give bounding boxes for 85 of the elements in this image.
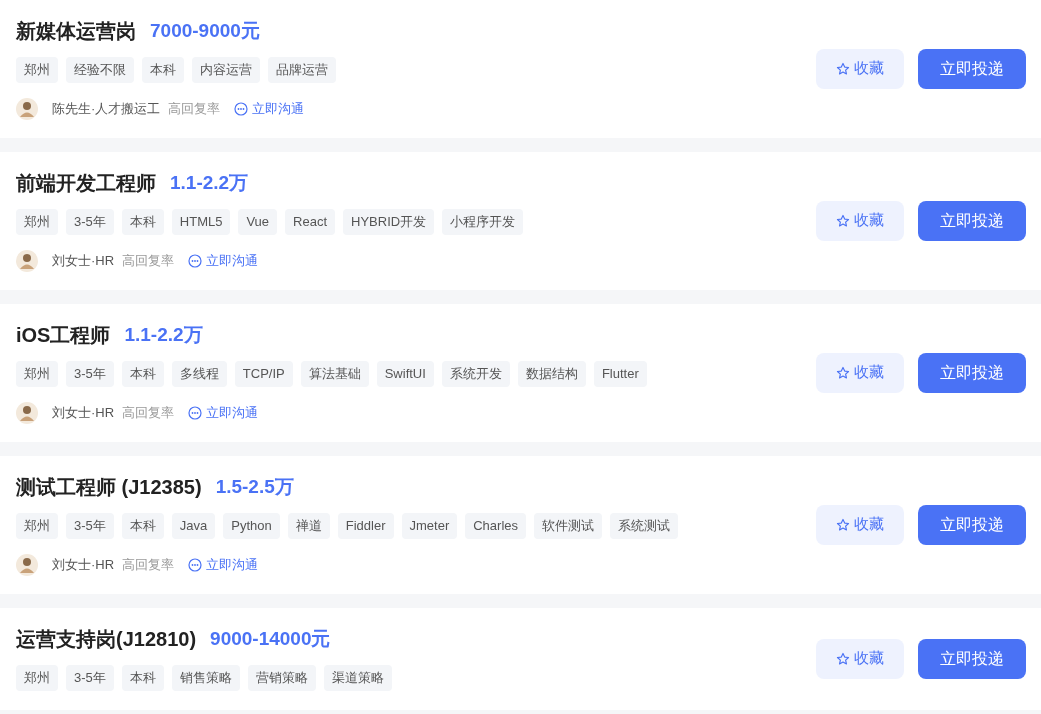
reply-rate-label: 高回复率 [122, 556, 175, 575]
chat-icon [188, 558, 203, 572]
job-tag: TCP/IP [234, 361, 293, 387]
job-tag: 品牌运营 [268, 57, 336, 83]
job-title[interactable]: 测试工程师 (J12385) [16, 472, 202, 502]
job-tag: 渠道策略 [323, 665, 392, 691]
apply-button[interactable]: 立即投递 [918, 48, 1026, 89]
star-icon [836, 651, 850, 666]
avatar-icon [16, 250, 38, 272]
salary: 1.1-2.2万 [124, 322, 203, 347]
chat-icon [188, 406, 203, 420]
job-title[interactable]: 新媒体运营岗 [16, 16, 136, 46]
reply-rate-label: 高回复率 [122, 252, 175, 271]
avatar-icon [16, 98, 38, 120]
chat-link[interactable]: 立即沟通 [188, 251, 259, 271]
reply-rate-label: 高回复率 [168, 100, 221, 119]
job-tag: 数据结构 [517, 361, 586, 387]
job-tag: 系统开发 [441, 361, 510, 387]
chat-link[interactable]: 立即沟通 [188, 555, 259, 575]
favorite-button[interactable]: 收藏 [816, 638, 904, 679]
job-tag: 营销策略 [247, 665, 316, 691]
apply-button[interactable]: 立即投递 [918, 504, 1026, 545]
job-tag: React [285, 209, 336, 235]
job-tag: HTML5 [171, 209, 231, 235]
job-tag: SwiftUI [376, 361, 434, 387]
job-tag: 郑州 [16, 57, 58, 83]
job-title[interactable]: 前端开发工程师 [16, 168, 156, 198]
job-tag: HYBRID开发 [343, 209, 435, 235]
star-icon [836, 61, 850, 76]
chat-link[interactable]: 立即沟通 [234, 99, 305, 119]
job-tag: 小程序开发 [442, 209, 524, 235]
job-tag: 软件测试 [534, 513, 603, 539]
apply-button[interactable]: 立即投递 [918, 352, 1026, 393]
job-tag: 内容运营 [192, 57, 260, 83]
recruiter-name: 刘女士·HR [52, 556, 115, 575]
job-tag: 系统测试 [610, 513, 679, 539]
job-tag: Jmeter [401, 513, 458, 539]
job-tag: 本科 [121, 513, 164, 539]
apply-button[interactable]: 立即投递 [918, 638, 1026, 679]
job-title[interactable]: iOS工程师 [16, 320, 111, 350]
favorite-button[interactable]: 收藏 [816, 352, 904, 393]
job-tag: Vue [238, 209, 278, 235]
avatar-icon [16, 554, 38, 576]
job-tag: 禅道 [287, 513, 330, 539]
job-tag: 郑州 [16, 513, 58, 539]
favorite-button[interactable]: 收藏 [816, 48, 904, 89]
job-tag: Java [171, 513, 216, 539]
job-tag: Fiddler [337, 513, 394, 539]
chat-link[interactable]: 立即沟通 [188, 403, 259, 423]
job-tag: 算法基础 [300, 361, 369, 387]
job-tag: 3-5年 [66, 361, 114, 387]
job-tag: 本科 [142, 57, 184, 83]
salary: 1.1-2.2万 [170, 170, 249, 195]
job-tag: 本科 [121, 665, 164, 691]
job-tag: Charles [465, 513, 527, 539]
job-tag: 郑州 [16, 209, 58, 235]
chat-icon [188, 254, 203, 268]
job-tag: 本科 [121, 209, 164, 235]
job-tag: 本科 [121, 361, 164, 387]
reply-rate-label: 高回复率 [122, 404, 175, 423]
apply-button[interactable]: 立即投递 [918, 200, 1026, 241]
job-tag: 销售策略 [171, 665, 240, 691]
job-tag: 经验不限 [66, 57, 134, 83]
salary: 9000-14000元 [210, 626, 331, 651]
star-icon [836, 517, 850, 532]
recruiter-name: 刘女士·HR [52, 404, 115, 423]
job-tag: 郑州 [16, 665, 58, 691]
favorite-button[interactable]: 收藏 [816, 200, 904, 241]
job-tag: 多线程 [171, 361, 227, 387]
recruiter-name: 陈先生·人才搬运工 [52, 100, 161, 119]
job-tag: 3-5年 [66, 209, 114, 235]
salary: 7000-9000元 [150, 18, 260, 43]
job-title[interactable]: 运营支持岗(J12810) [16, 624, 197, 654]
avatar-icon [16, 402, 38, 424]
chat-icon [234, 102, 249, 116]
star-icon [836, 213, 850, 228]
job-tag: Python [223, 513, 280, 539]
star-icon [836, 365, 850, 380]
job-tag: 郑州 [16, 361, 58, 387]
job-tag: Flutter [593, 361, 647, 387]
favorite-button[interactable]: 收藏 [816, 504, 904, 545]
recruiter-name: 刘女士·HR [52, 252, 115, 271]
job-tag: 3-5年 [66, 513, 114, 539]
salary: 1.5-2.5万 [215, 474, 294, 499]
job-tag: 3-5年 [66, 665, 114, 691]
